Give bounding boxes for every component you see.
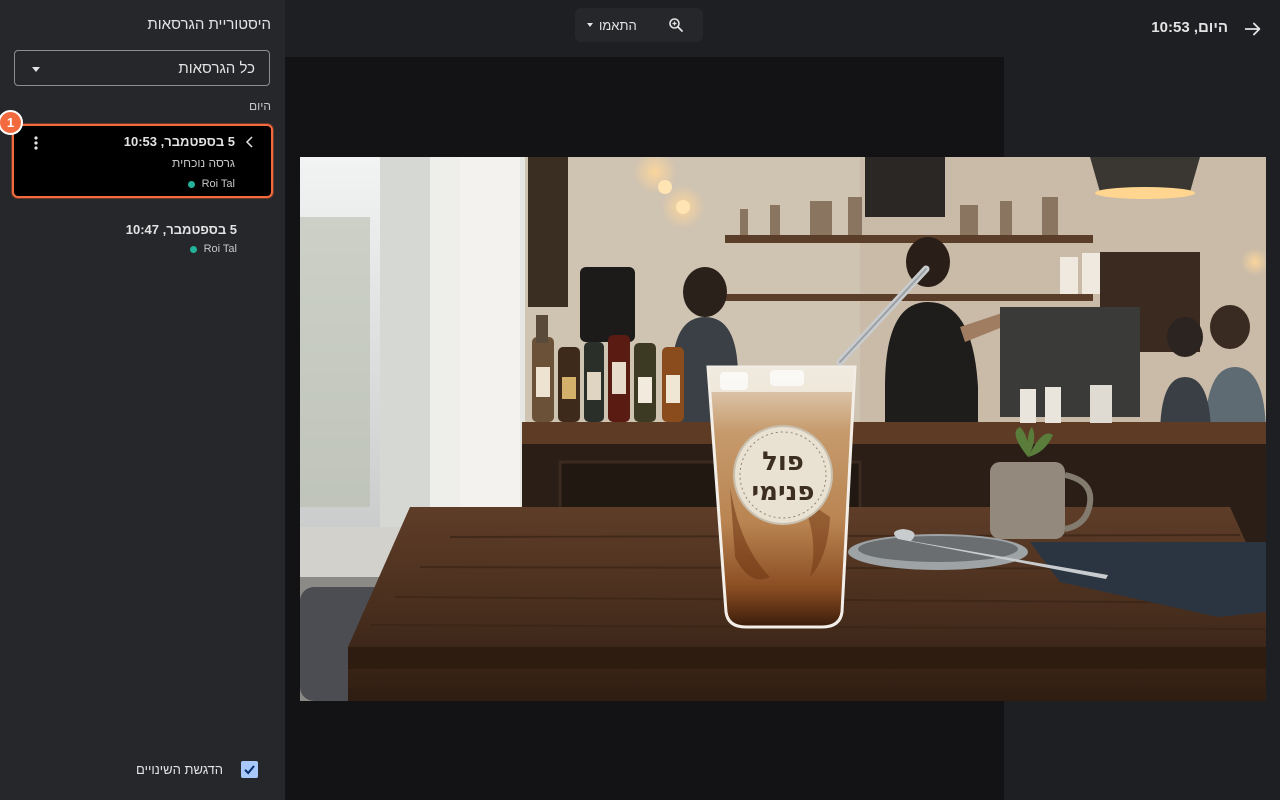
- cup-label-line1: פול: [762, 447, 804, 477]
- author-name: Roi Tal: [201, 178, 235, 190]
- version-date: 5 בספטמבר, 10:47: [125, 222, 237, 237]
- version-label: גרסה נוכחית: [172, 156, 235, 170]
- version-title: היום, 10:53: [1151, 19, 1228, 36]
- zoom-select[interactable]: התאמו: [587, 17, 637, 33]
- highlight-checkbox[interactable]: [241, 760, 258, 778]
- zoom-controls: התאמו: [575, 8, 703, 42]
- more-vert-icon[interactable]: [30, 134, 42, 152]
- caret-down-icon: [587, 23, 593, 27]
- highlight-label: הדגשת השינויים: [136, 761, 223, 777]
- section-today-label: היום: [249, 99, 271, 113]
- version-item-current[interactable]: 5 בספטמבר, 10:53 גרסה נוכחית Roi Tal: [12, 124, 273, 198]
- version-history-panel: היסטוריית הגרסאות כל הגרסאות היום 5 בספט…: [0, 0, 285, 800]
- author-name: Roi Tal: [203, 243, 237, 255]
- version-author: Roi Tal: [187, 178, 235, 190]
- version-date: 5 בספטמבר, 10:53: [123, 134, 235, 149]
- version-author: Roi Tal: [189, 243, 237, 255]
- caret-down-icon: [32, 67, 40, 72]
- highlight-changes-toggle[interactable]: הדגשת השינויים: [136, 759, 258, 779]
- cafe-photo: פול פנימי: [300, 157, 1266, 701]
- check-icon: [244, 764, 255, 774]
- cup-label-line2: פנימי: [751, 477, 814, 507]
- version-item[interactable]: 5 בספטמבר, 10:47 Roi Tal: [12, 215, 273, 265]
- chevron-left-icon[interactable]: [245, 136, 255, 148]
- zoom-in-icon[interactable]: [668, 17, 684, 33]
- panel-title: היסטוריית הגרסאות: [147, 16, 271, 33]
- version-filter-select[interactable]: כל הגרסאות: [14, 50, 270, 86]
- filter-label: כל הגרסאות: [178, 60, 255, 77]
- back-arrow-icon[interactable]: [1242, 18, 1264, 40]
- zoom-label: התאמו: [599, 17, 637, 33]
- author-color-dot: [187, 180, 195, 188]
- author-color-dot: [189, 245, 197, 253]
- design-canvas[interactable]: פול פנימי: [300, 157, 1266, 701]
